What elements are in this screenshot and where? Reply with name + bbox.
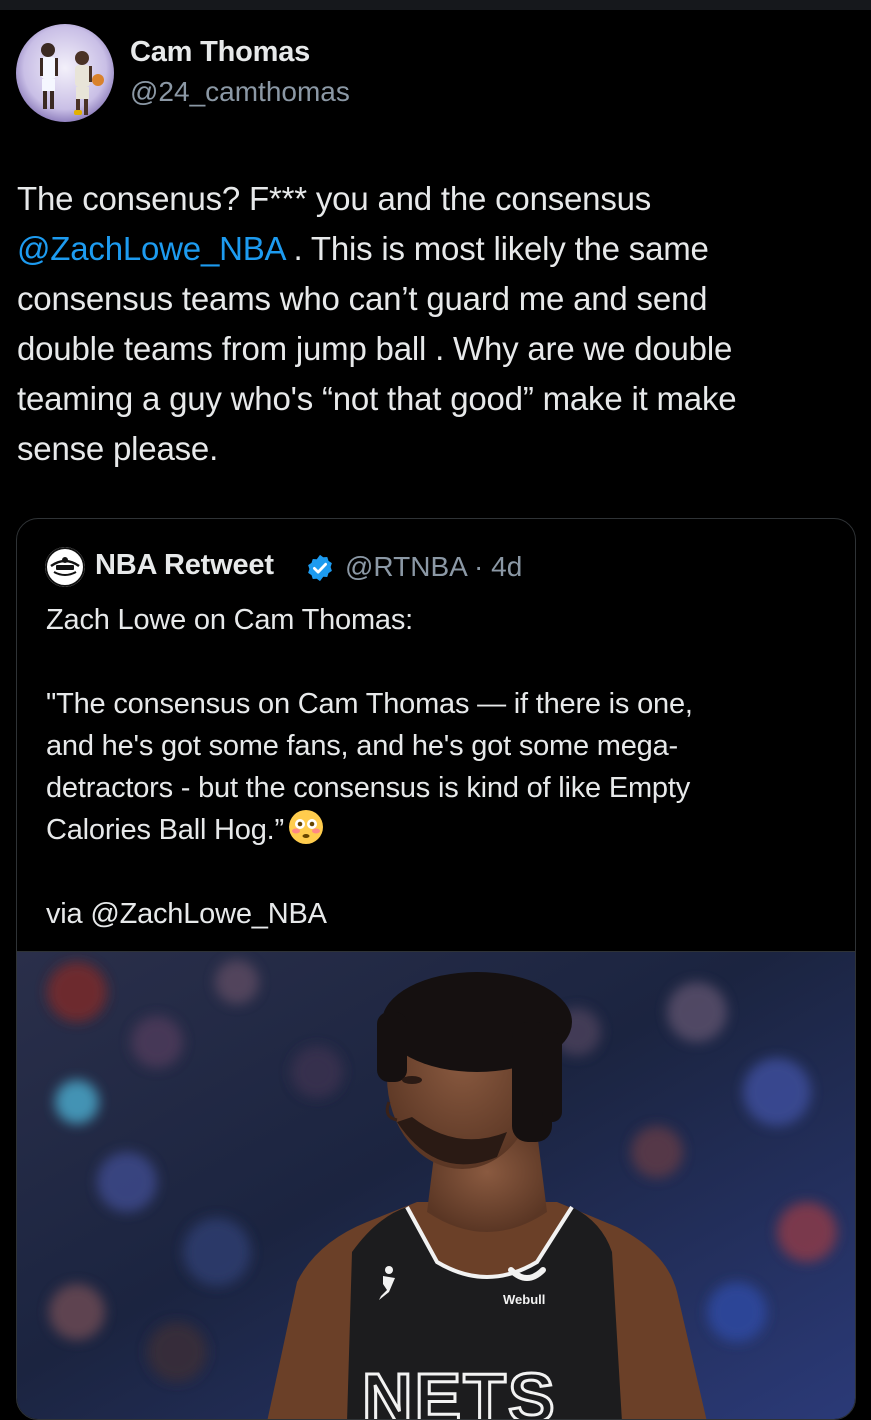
jersey-team-text: NETS bbox=[362, 1359, 557, 1420]
tweet-text-line: double teams from jump ball . Why are we… bbox=[17, 330, 733, 367]
quoted-tweet-photo[interactable]: Webull NETS bbox=[17, 951, 855, 1420]
quoted-tweet-card[interactable]: NBA Retweet @RTNBA · 4d Zach Lowe on Cam… bbox=[16, 518, 856, 1420]
quote-line-with-emoji: Calories Ball Hog.” bbox=[46, 809, 836, 851]
author-handle[interactable]: @24_camthomas bbox=[130, 76, 350, 108]
mention-link[interactable]: @ZachLowe_NBA bbox=[17, 230, 285, 267]
quoted-author-avatar[interactable] bbox=[45, 547, 85, 587]
nba-retweet-logo-icon bbox=[45, 547, 85, 587]
quoted-author-name[interactable]: NBA Retweet bbox=[95, 549, 274, 582]
tweet-text-line: teaming a guy who's “not that good” make… bbox=[17, 380, 737, 417]
author-name[interactable]: Cam Thomas bbox=[130, 36, 310, 69]
top-status-bar bbox=[0, 0, 871, 10]
player-photo: Webull NETS bbox=[17, 952, 855, 1420]
quoted-tweet-text: Zach Lowe on Cam Thomas: "The consensus … bbox=[46, 599, 836, 935]
tweet-text-line: The consenus? F*** you and the consensus bbox=[17, 180, 652, 217]
jersey-sponsor-text: Webull bbox=[503, 1292, 545, 1307]
quoted-handle-timestamp: @RTNBA · 4d bbox=[345, 551, 523, 582]
author-avatar[interactable] bbox=[16, 24, 114, 122]
avatar-image bbox=[16, 24, 114, 122]
quote-line: and he's got some fans, and he's got som… bbox=[46, 730, 678, 762]
tweet-text-line: @ZachLowe_NBA . This is most likely the … bbox=[17, 230, 709, 267]
quote-via-line[interactable]: via @ZachLowe_NBA bbox=[46, 893, 836, 935]
flushed-face-emoji-icon bbox=[288, 810, 323, 844]
tweet-text: The consenus? F*** you and the consensus… bbox=[17, 174, 857, 474]
quote-paragraph: "The consensus on Cam Thomas — if there … bbox=[46, 683, 836, 851]
tweet-text-line: consensus teams who can’t guard me and s… bbox=[17, 280, 708, 317]
quote-intro: Zach Lowe on Cam Thomas: bbox=[46, 604, 414, 636]
quote-line: detractors - but the consensus is kind o… bbox=[46, 772, 691, 804]
verified-badge-icon bbox=[308, 554, 332, 582]
tweet-text-line: sense please. bbox=[17, 430, 219, 467]
quote-line: "The consensus on Cam Thomas — if there … bbox=[46, 688, 693, 720]
